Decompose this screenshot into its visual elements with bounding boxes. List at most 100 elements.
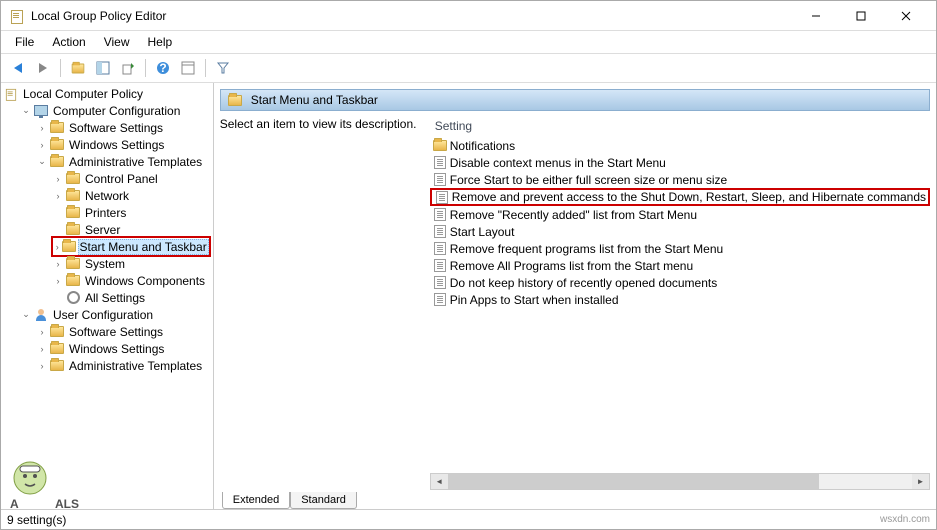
scroll-left-button[interactable]: ◄ [431,474,448,489]
expand-toggle[interactable]: › [35,121,49,135]
tree-computer-config[interactable]: ⌄ Computer Configuration [19,102,211,119]
setting-start-layout[interactable]: Start Layout [430,223,930,240]
arrow-left-icon [14,63,22,73]
expand-toggle[interactable]: › [51,189,65,203]
tree-user-config[interactable]: ⌄ User Configuration [19,306,211,323]
up-button[interactable] [67,57,89,79]
folder-icon [65,172,81,186]
properties-button[interactable] [177,57,199,79]
tab-standard[interactable]: Standard [290,492,357,509]
forward-button[interactable] [32,57,54,79]
filter-button[interactable] [212,57,234,79]
description-prompt: Select an item to view its description. [220,117,417,131]
folder-icon [227,93,243,107]
setting-remove-recently-added[interactable]: Remove "Recently added" list from Start … [430,206,930,223]
filter-icon [216,61,230,75]
tree-network[interactable]: › Network [51,187,211,204]
tree-uc-software[interactable]: › Software Settings [35,323,211,340]
folder-icon [49,155,65,169]
tree-start-menu-taskbar[interactable]: › Start Menu and Taskbar [51,236,211,257]
expand-toggle[interactable]: › [51,274,65,288]
tab-extended[interactable]: Extended [222,492,290,509]
titlebar: Local Group Policy Editor [1,1,936,31]
policy-icon [432,208,448,222]
policy-icon [432,242,448,256]
collapse-toggle[interactable]: ⌄ [35,155,49,169]
setting-label: Remove "Recently added" list from Start … [450,208,697,222]
expand-toggle[interactable]: › [35,359,49,373]
expand-toggle[interactable]: › [51,257,65,271]
tree-cc-windows[interactable]: › Windows Settings [35,136,211,153]
tree-label: Printers [83,206,128,220]
expand-toggle[interactable]: › [53,240,62,254]
collapse-toggle[interactable]: ⌄ [19,104,33,118]
settings-list[interactable]: Notifications Disable context menus in t… [430,137,930,471]
expand-toggle[interactable]: › [35,342,49,356]
tree-all-settings[interactable]: All Settings [51,289,211,306]
folder-icon [65,189,81,203]
setting-label: Remove All Programs list from the Start … [450,259,693,273]
tree-root[interactable]: Local Computer Policy [3,85,211,102]
collapse-toggle[interactable]: ⌄ [19,308,33,322]
tree-label: Software Settings [67,121,165,135]
tree-cc-admin[interactable]: ⌄ Administrative Templates [35,153,211,170]
content-header: Start Menu and Taskbar [220,89,930,111]
tree-label: Windows Settings [67,342,166,356]
tree-label: System [83,257,127,271]
folder-icon [49,325,65,339]
tree-cc-software[interactable]: › Software Settings [35,119,211,136]
horizontal-scrollbar[interactable]: ◄ ► [430,473,930,490]
scroll-track[interactable] [448,474,912,489]
close-button[interactable] [883,2,928,30]
separator [145,59,146,77]
tree-uc-admin[interactable]: › Administrative Templates [35,357,211,374]
setting-remove-frequent[interactable]: Remove frequent programs list from the S… [430,240,930,257]
tree-system[interactable]: › System [51,255,211,272]
maximize-button[interactable] [838,2,883,30]
expand-toggle[interactable]: › [35,138,49,152]
tree-printers[interactable]: Printers [51,204,211,221]
help-icon: ? [156,61,170,75]
setting-no-history[interactable]: Do not keep history of recently opened d… [430,274,930,291]
setting-force-start-size[interactable]: Force Start to be either full screen siz… [430,171,930,188]
menu-action[interactable]: Action [44,33,93,51]
setting-notifications[interactable]: Notifications [430,137,930,154]
setting-remove-all-programs[interactable]: Remove All Programs list from the Start … [430,257,930,274]
setting-pin-apps[interactable]: Pin Apps to Start when installed [430,291,930,308]
tree-uc-windows[interactable]: › Windows Settings [35,340,211,357]
policy-root-icon [3,87,19,101]
back-button[interactable] [7,57,29,79]
policy-icon [432,173,448,187]
help-button[interactable]: ? [152,57,174,79]
scroll-thumb[interactable] [448,474,819,489]
tree-control-panel[interactable]: › Control Panel [51,170,211,187]
menu-file[interactable]: File [7,33,42,51]
expand-toggle[interactable]: › [35,325,49,339]
app-icon [9,8,25,24]
window-title: Local Group Policy Editor [31,9,793,23]
expand-toggle[interactable]: › [51,172,65,186]
scroll-right-button[interactable]: ► [912,474,929,489]
folder-icon [432,139,448,153]
tree-label: Start Menu and Taskbar [78,239,209,255]
tree-pane[interactable]: Local Computer Policy ⌄ Computer Configu… [1,83,214,509]
setting-label: Remove frequent programs list from the S… [450,242,723,256]
column-header-setting[interactable]: Setting [430,115,930,137]
setting-remove-shutdown[interactable]: Remove and prevent access to the Shut Do… [430,188,930,206]
folder-up-icon [72,63,85,73]
menu-help[interactable]: Help [140,33,181,51]
gpedit-window: Local Group Policy Editor File Action Vi… [0,0,937,530]
settings-column: Setting Notifications Disable context me… [430,115,930,490]
setting-disable-context-menus[interactable]: Disable context menus in the Start Menu [430,154,930,171]
policy-icon [434,190,450,204]
export-button[interactable] [117,57,139,79]
policy-icon [432,225,448,239]
minimize-button[interactable] [793,2,838,30]
policy-icon [432,276,448,290]
setting-label: Force Start to be either full screen siz… [450,173,727,187]
folder-icon [65,274,81,288]
tree-win-components: › Windows Components [51,272,211,289]
show-hide-tree-button[interactable] [92,57,114,79]
tree-label: Administrative Templates [67,155,204,169]
menu-view[interactable]: View [96,33,138,51]
